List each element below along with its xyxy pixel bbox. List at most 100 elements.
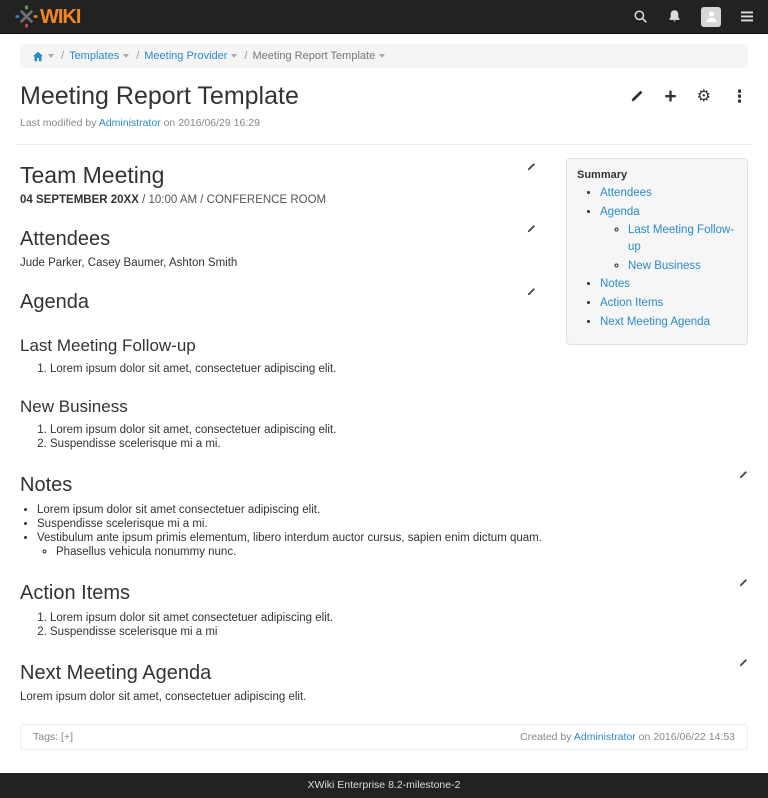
chevron-down-icon[interactable] — [231, 54, 237, 58]
list-item: Notes — [600, 276, 739, 293]
notes-heading: Notes — [20, 474, 72, 497]
last-meeting-follow-up-heading: Last Meeting Follow-up — [20, 336, 536, 356]
summary-link-next-meeting-agenda[interactable]: Next Meeting Agenda — [600, 316, 710, 328]
section-edit-pencil-icon[interactable] — [526, 162, 536, 172]
page-title: Meeting Report Template — [20, 82, 299, 111]
section-agenda: Agenda — [20, 269, 536, 314]
notes-sublist: Phasellus vehicula nonummy nunc. — [37, 546, 748, 558]
list-item: Suspendisse scelerisque mi a mi — [50, 626, 748, 638]
add-tag-button[interactable]: [+] — [61, 731, 73, 743]
new-business-list: Lorem ipsum dolor sit amet, consectetuer… — [20, 424, 536, 450]
notes-list: Lorem ipsum dolor sit amet consectetuer … — [20, 504, 748, 558]
summary-link-action-items[interactable]: Action Items — [600, 297, 663, 309]
search-icon[interactable] — [633, 9, 648, 24]
page-header: Meeting Report Template + ⚙ ⋮ — [0, 82, 768, 111]
meeting-date: 04 SEPTEMBER 20XX — [20, 194, 139, 206]
agenda-heading: Agenda — [20, 291, 89, 314]
action-items-heading: Action Items — [20, 582, 130, 605]
hamburger-menu-icon[interactable] — [740, 10, 754, 23]
list-item: Lorem ipsum dolor sit amet consectetuer … — [50, 612, 748, 624]
user-avatar[interactable] — [701, 7, 721, 27]
next-meeting-agenda-heading: Next Meeting Agenda — [20, 662, 211, 685]
summary-title: Summary — [577, 169, 739, 181]
created-by-line: Created by Administrator on 2016/06/22 1… — [520, 731, 735, 743]
meeting-details: / 10:00 AM / CONFERENCE ROOM — [139, 194, 326, 206]
list-item: Action Items — [600, 295, 739, 312]
list-item: Vestibulum ante ipsum primis elementum, … — [37, 532, 748, 558]
created-suffix: on 2016/06/22 14:53 — [639, 731, 735, 743]
add-page-plus-icon[interactable]: + — [664, 86, 676, 107]
section-edit-pencil-icon[interactable] — [738, 470, 748, 480]
list-item-text: Vestibulum ante ipsum primis elementum, … — [37, 532, 542, 544]
version-label: XWiki Enterprise 8.2-milestone-2 — [308, 779, 461, 791]
breadcrumb-item-current: Meeting Report Template — [252, 50, 375, 62]
more-options-kebab-icon[interactable]: ⋮ — [731, 88, 748, 105]
section-action-items: Action Items — [20, 560, 748, 605]
section-notes: Notes — [20, 452, 748, 497]
summary-link-last-meeting-follow-up[interactable]: Last Meeting Follow-up — [628, 224, 734, 253]
breadcrumb-separator: / — [136, 50, 139, 62]
breadcrumb-separator: / — [244, 50, 247, 62]
section-edit-pencil-icon[interactable] — [526, 224, 536, 234]
breadcrumb-home-link[interactable] — [32, 51, 44, 62]
created-prefix: Created by — [520, 731, 571, 743]
last-modified-line: Last modified by Administrator on 2016/0… — [20, 117, 748, 129]
breadcrumb-item-meeting-provider[interactable]: Meeting Provider — [144, 50, 227, 62]
breadcrumb: / Templates / Meeting Provider / Meeting… — [20, 44, 748, 68]
content-bottom-column: Notes Lorem ipsum dolor sit amet consect… — [20, 452, 748, 703]
section-attendees: Attendees — [20, 206, 536, 251]
edit-pencil-icon[interactable] — [629, 89, 644, 104]
next-meeting-text: Lorem ipsum dolor sit amet, consectetuer… — [20, 691, 748, 703]
section-edit-pencil-icon[interactable] — [526, 287, 536, 297]
document-info-bar: Tags: [+] Created by Administrator on 20… — [20, 724, 748, 750]
summary-panel: Summary Attendees Agenda Last Meeting Fo… — [566, 158, 748, 345]
chevron-down-icon[interactable] — [123, 54, 129, 58]
list-item: Lorem ipsum dolor sit amet, consectetuer… — [50, 363, 536, 375]
tags-area: Tags: [+] — [33, 731, 73, 743]
notifications-bell-icon[interactable] — [667, 9, 682, 24]
modified-suffix: on 2016/06/29 16:29 — [164, 117, 260, 129]
list-item: Phasellus vehicula nonummy nunc. — [56, 546, 748, 558]
document-content: Summary Attendees Agenda Last Meeting Fo… — [0, 145, 768, 750]
modified-user-link[interactable]: Administrator — [99, 117, 161, 129]
breadcrumb-item-templates[interactable]: Templates — [69, 50, 119, 62]
content-top-column: Team Meeting 04 SEPTEMBER 20XX / 10:00 A… — [20, 145, 536, 450]
summary-link-notes[interactable]: Notes — [600, 278, 630, 290]
list-item: Agenda Last Meeting Follow-up New Busine… — [600, 204, 739, 275]
attendees-heading: Attendees — [20, 228, 110, 251]
meeting-date-line: 04 SEPTEMBER 20XX / 10:00 AM / CONFERENC… — [20, 194, 536, 206]
created-user-link[interactable]: Administrator — [574, 731, 636, 743]
list-item: Lorem ipsum dolor sit amet consectetuer … — [37, 504, 748, 516]
list-item: Next Meeting Agenda — [600, 314, 739, 331]
list-item: Attendees — [600, 185, 739, 202]
xwiki-logo[interactable]: WIKI — [14, 4, 80, 29]
top-navbar: WIKI — [0, 0, 768, 34]
settings-gear-icon[interactable]: ⚙ — [697, 89, 711, 105]
navbar-actions — [633, 7, 754, 27]
summary-sublist: Last Meeting Follow-up New Business — [600, 222, 739, 274]
chevron-down-icon[interactable] — [379, 54, 385, 58]
team-meeting-heading: Team Meeting — [20, 162, 164, 189]
action-items-list: Lorem ipsum dolor sit amet consectetuer … — [20, 612, 748, 638]
list-item: Last Meeting Follow-up — [628, 222, 739, 255]
breadcrumb-separator: / — [61, 50, 64, 62]
summary-list: Attendees Agenda Last Meeting Follow-up … — [575, 185, 739, 330]
section-team-meeting: Team Meeting — [20, 145, 536, 189]
last-meeting-list: Lorem ipsum dolor sit amet, consectetuer… — [20, 363, 536, 375]
modified-prefix: Last modified by — [20, 117, 96, 129]
list-item: Suspendisse scelerisque mi a mi. — [37, 518, 748, 530]
site-footer: XWiki Enterprise 8.2-milestone-2 — [0, 773, 768, 798]
new-business-heading: New Business — [20, 397, 536, 417]
list-item: Suspendisse scelerisque mi a mi. — [50, 438, 536, 450]
attendees-names: Jude Parker, Casey Baumer, Ashton Smith — [20, 257, 536, 269]
list-item: Lorem ipsum dolor sit amet, consectetuer… — [50, 424, 536, 436]
tags-label: Tags: — [33, 731, 58, 743]
summary-link-attendees[interactable]: Attendees — [600, 187, 652, 199]
home-icon — [32, 51, 44, 62]
summary-link-new-business[interactable]: New Business — [628, 260, 701, 272]
chevron-down-icon[interactable] — [48, 54, 54, 58]
section-edit-pencil-icon[interactable] — [738, 578, 748, 588]
summary-link-agenda[interactable]: Agenda — [600, 206, 640, 218]
page-actions: + ⚙ ⋮ — [629, 86, 748, 107]
section-edit-pencil-icon[interactable] — [738, 658, 748, 668]
